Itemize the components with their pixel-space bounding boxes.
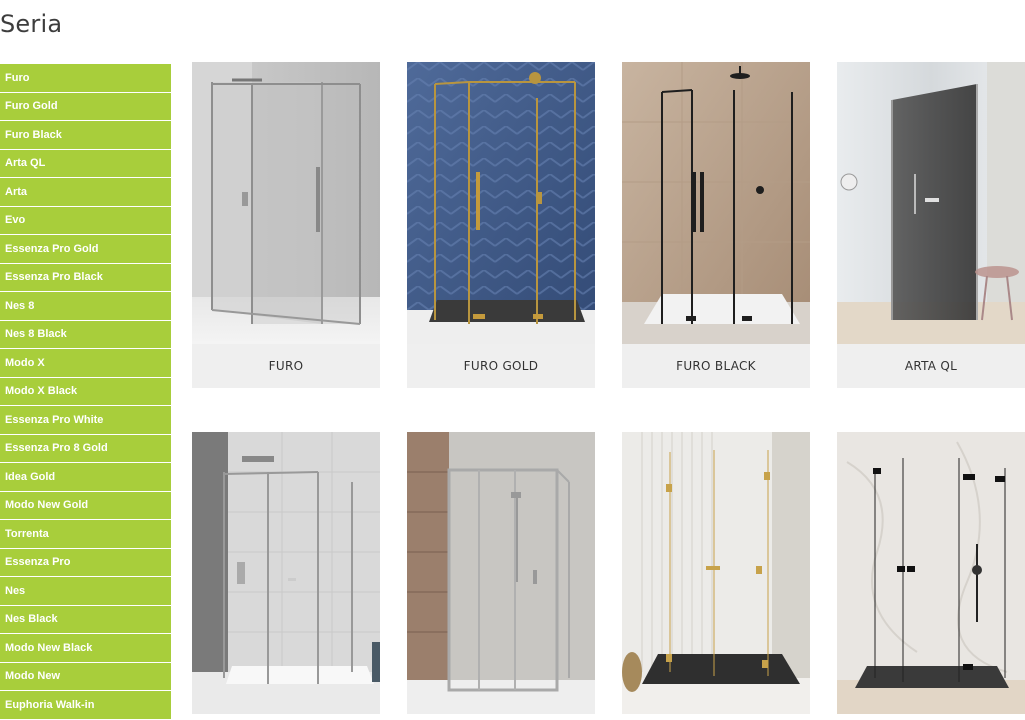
product-caption[interactable]: FURO (192, 344, 380, 388)
sidebar-item-furo-gold[interactable]: Furo Gold (0, 92, 171, 121)
product-caption[interactable]: ARTA QL (837, 344, 1025, 388)
sidebar-item-furo[interactable]: Furo (0, 64, 171, 93)
sidebar-item-modo-x-black[interactable]: Modo X Black (0, 377, 171, 406)
product-caption[interactable]: FURO BLACK (622, 344, 810, 388)
product-image[interactable] (622, 62, 810, 344)
page-title: Seria (0, 10, 63, 38)
product-image[interactable] (837, 62, 1025, 344)
sidebar-item-label: Modo X (5, 356, 45, 369)
series-sidebar: Furo Furo Gold Furo Black Arta QL Arta E… (0, 64, 171, 720)
sidebar-item-nes-8-black[interactable]: Nes 8 Black (0, 320, 171, 349)
sidebar-item-essenza-pro-white[interactable]: Essenza Pro White (0, 406, 171, 435)
product-image[interactable] (407, 432, 595, 714)
product-image[interactable] (192, 432, 380, 714)
sidebar-item-modo-new[interactable]: Modo New (0, 662, 171, 691)
sidebar-item-label: Essenza Pro Gold (5, 242, 99, 255)
product-card-furo-black[interactable]: FURO BLACK (622, 62, 810, 388)
sidebar-item-label: Torrenta (5, 527, 49, 540)
product-card-arta-ql[interactable]: ARTA QL (837, 62, 1025, 388)
product-image[interactable] (192, 62, 380, 344)
sidebar-item-essenza-pro-black[interactable]: Essenza Pro Black (0, 263, 171, 292)
sidebar-item-label: Evo (5, 214, 26, 227)
sidebar-item-label: Modo New Black (5, 641, 93, 654)
sidebar-item-label: Essenza Pro White (5, 413, 104, 426)
sidebar-item-label: Nes 8 (5, 299, 35, 312)
sidebar-item-essenza-pro-gold[interactable]: Essenza Pro Gold (0, 235, 171, 264)
sidebar-item-label: Arta QL (5, 157, 46, 170)
sidebar-item-nes-black[interactable]: Nes Black (0, 605, 171, 634)
sidebar-item-label: Furo Black (5, 128, 62, 141)
sidebar-item-nes-8[interactable]: Nes 8 (0, 292, 171, 321)
product-card-8[interactable] (837, 432, 1025, 714)
sidebar-item-label: Essenza Pro Black (5, 271, 103, 284)
sidebar-item-label: Euphoria Walk-in (5, 698, 95, 711)
product-card-5[interactable] (192, 432, 380, 714)
sidebar-item-label: Nes Black (5, 613, 58, 626)
sidebar-item-torrenta[interactable]: Torrenta (0, 520, 171, 549)
sidebar-item-label: Furo Gold (5, 100, 58, 113)
product-card-7[interactable] (622, 432, 810, 714)
sidebar-item-label: Modo New Gold (5, 499, 89, 512)
product-caption[interactable]: FURO GOLD (407, 344, 595, 388)
sidebar-item-label: Arta (5, 185, 28, 198)
sidebar-item-label: Idea Gold (5, 470, 56, 483)
sidebar-item-label: Nes (5, 584, 26, 597)
sidebar-item-essenza-pro[interactable]: Essenza Pro (0, 548, 171, 577)
sidebar-item-label: Essenza Pro (5, 556, 71, 569)
sidebar-item-label: Nes 8 Black (5, 328, 67, 341)
sidebar-item-essenza-pro-8-gold[interactable]: Essenza Pro 8 Gold (0, 434, 171, 463)
sidebar-item-label: Furo (5, 71, 30, 84)
sidebar-item-evo[interactable]: Evo (0, 206, 171, 235)
sidebar-item-label: Essenza Pro 8 Gold (5, 442, 108, 455)
sidebar-item-arta[interactable]: Arta (0, 178, 171, 207)
sidebar-item-modo-x[interactable]: Modo X (0, 349, 171, 378)
sidebar-item-nes[interactable]: Nes (0, 577, 171, 606)
product-image[interactable] (407, 62, 595, 344)
sidebar-item-arta-ql[interactable]: Arta QL (0, 149, 171, 178)
product-image[interactable] (837, 432, 1025, 714)
sidebar-item-modo-new-black[interactable]: Modo New Black (0, 634, 171, 663)
sidebar-item-label: Modo New (5, 670, 60, 683)
sidebar-item-furo-black[interactable]: Furo Black (0, 121, 171, 150)
product-card-6[interactable] (407, 432, 595, 714)
sidebar-item-euphoria-walk-in[interactable]: Euphoria Walk-in (0, 691, 171, 720)
sidebar-item-idea-gold[interactable]: Idea Gold (0, 463, 171, 492)
sidebar-item-label: Modo X Black (5, 385, 78, 398)
product-image[interactable] (622, 432, 810, 714)
sidebar-item-modo-new-gold[interactable]: Modo New Gold (0, 491, 171, 520)
product-card-furo[interactable]: FURO (192, 62, 380, 388)
product-card-furo-gold[interactable]: FURO GOLD (407, 62, 595, 388)
